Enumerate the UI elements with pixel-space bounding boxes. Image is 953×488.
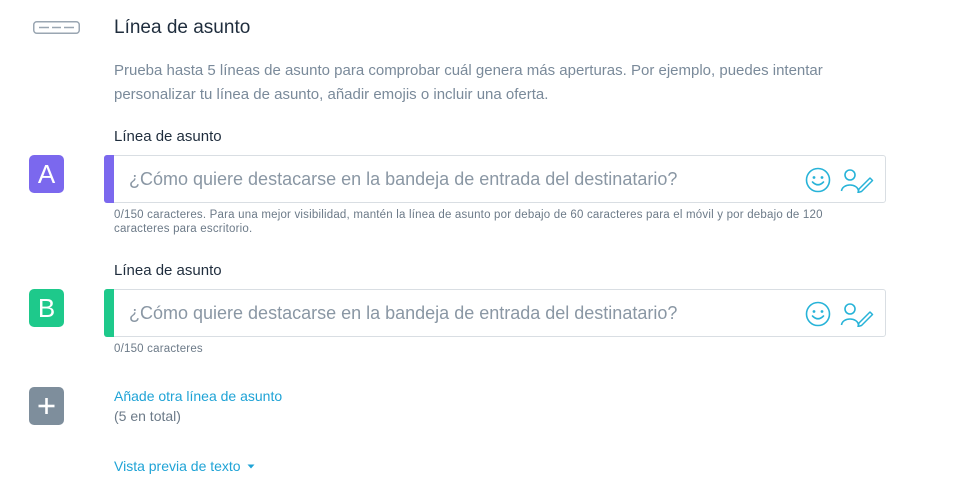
subject-b-field [104,289,886,337]
subject-b-label: Línea de asunto [114,262,222,279]
add-subject-button[interactable] [29,387,64,425]
plus-icon [38,398,55,414]
variant-a-badge: A [29,155,64,193]
subject-b-input[interactable] [129,290,789,336]
subject-a-help: 0/150 caracteres. Para una mejor visibil… [114,209,823,235]
subject-a-field [104,155,886,203]
variant-a-color-bar [104,155,114,203]
subject-a-input[interactable] [129,156,789,202]
section-description: Prueba hasta 5 líneas de asunto para com… [114,62,823,103]
subject-a-label: Línea de asunto [114,128,222,145]
smiley-icon[interactable] [805,167,831,193]
subject-b-help: 0/150 caracteres [114,343,203,355]
smiley-icon[interactable] [805,301,831,327]
variant-b-badge: B [29,289,64,327]
text-preview-toggle[interactable]: Vista previa de texto [114,458,255,474]
subject-count: (5 en total) [114,408,181,424]
person-pen-icon[interactable] [840,167,874,193]
variant-b-color-bar [104,289,114,337]
add-subject-link[interactable]: Añade otra línea de asunto [114,388,282,404]
text-preview-label: Vista previa de texto [114,458,241,474]
caret-down-icon [247,464,255,468]
section-title: Línea de asunto [114,17,251,38]
person-pen-icon[interactable] [840,301,874,327]
subject-line-icon [33,21,80,34]
